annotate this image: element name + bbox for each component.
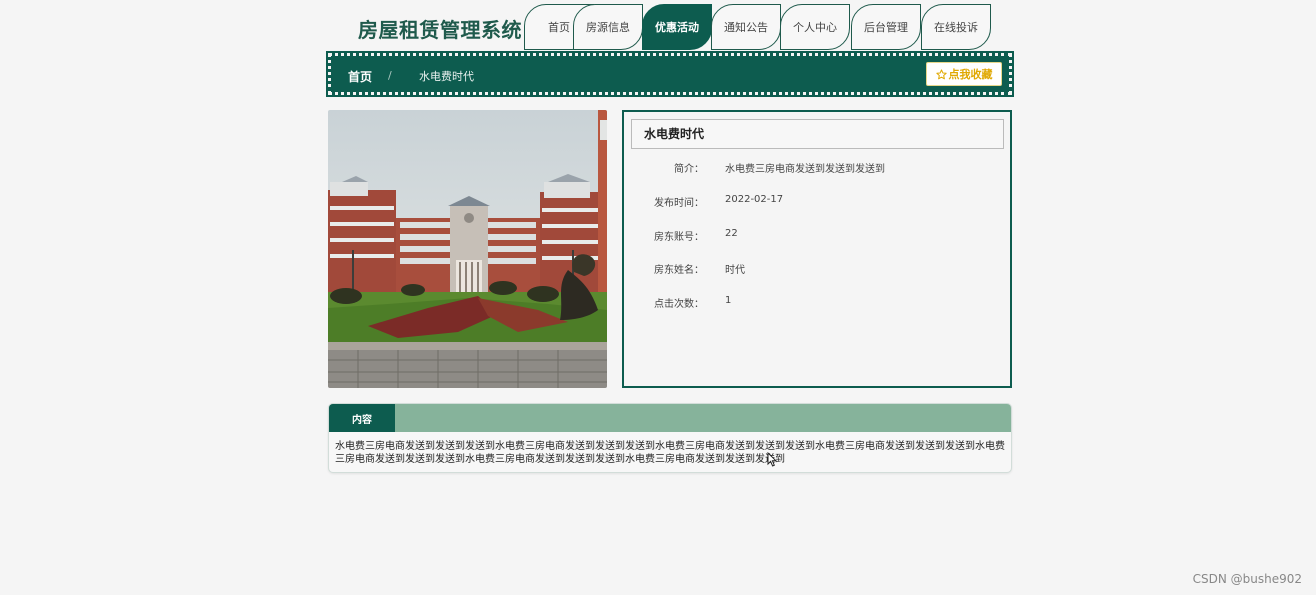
content-text: 水电费三房电商发送到发送到发送到水电费三房电商发送到发送到发送到水电费三房电商发… [335, 441, 1005, 465]
breadcrumb-home-link[interactable]: 首页 [348, 68, 372, 85]
detail-title: 水电费时代 [631, 119, 1004, 149]
detail-panel: 水电费时代 简介： 水电费三房电商发送到发送到发送到 发布时间： 2022-02… [622, 110, 1012, 388]
detail-row-landlord-account: 房东账号： 22 [624, 228, 1010, 244]
nav-item-profile[interactable]: 个人中心 [780, 4, 850, 50]
detail-value: 2022-02-17 [725, 194, 784, 205]
detail-value: 1 [725, 295, 732, 306]
detail-value: 时代 [725, 265, 745, 276]
breadcrumb-current: 水电费时代 [419, 70, 474, 83]
breadcrumb-separator: / [388, 69, 392, 82]
detail-value: 水电费三房电商发送到发送到发送到 [725, 164, 885, 175]
nav-item-notices[interactable]: 通知公告 [711, 4, 781, 50]
watermark: CSDN @bushe902 [1192, 572, 1302, 586]
favorite-label: 点我收藏 [948, 68, 993, 81]
header: 房屋租赁管理系统 首页 房源信息 优惠活动 通知公告 个人中心 后台管理 在线投… [328, 0, 1012, 52]
star-icon [935, 68, 947, 79]
detail-row-landlord-name: 房东姓名： 时代 [624, 261, 1010, 277]
property-image [328, 110, 607, 388]
detail-label: 点击次数： [654, 299, 704, 310]
detail-row-intro: 简介： 水电费三房电商发送到发送到发送到 [624, 160, 1010, 176]
content-panel: 内容 水电费三房电商发送到发送到发送到水电费三房电商发送到发送到发送到水电费三房… [328, 403, 1012, 473]
detail-label: 房东姓名： [654, 265, 704, 276]
favorite-button[interactable]: 点我收藏 [926, 62, 1002, 86]
content-tab-strip: 内容 [329, 404, 1011, 432]
site-title: 房屋租赁管理系统 [358, 18, 522, 42]
detail-label: 房东账号： [654, 232, 704, 243]
nav-item-promotions[interactable]: 优惠活动 [642, 4, 712, 50]
breadcrumb: 首页 / 水电费时代 点我收藏 [326, 51, 1014, 97]
nav-item-listings[interactable]: 房源信息 [573, 4, 643, 50]
detail-label: 简介： [674, 164, 704, 175]
tab-content[interactable]: 内容 [329, 404, 395, 432]
mouse-cursor-icon [767, 452, 777, 467]
detail-row-click-count: 点击次数： 1 [624, 295, 1010, 311]
detail-label: 发布时间： [654, 198, 704, 209]
nav-item-complaints[interactable]: 在线投诉 [921, 4, 991, 50]
detail-row-publish-time: 发布时间： 2022-02-17 [624, 194, 1010, 210]
detail-value: 22 [725, 228, 738, 239]
nav-item-admin[interactable]: 后台管理 [851, 4, 921, 50]
